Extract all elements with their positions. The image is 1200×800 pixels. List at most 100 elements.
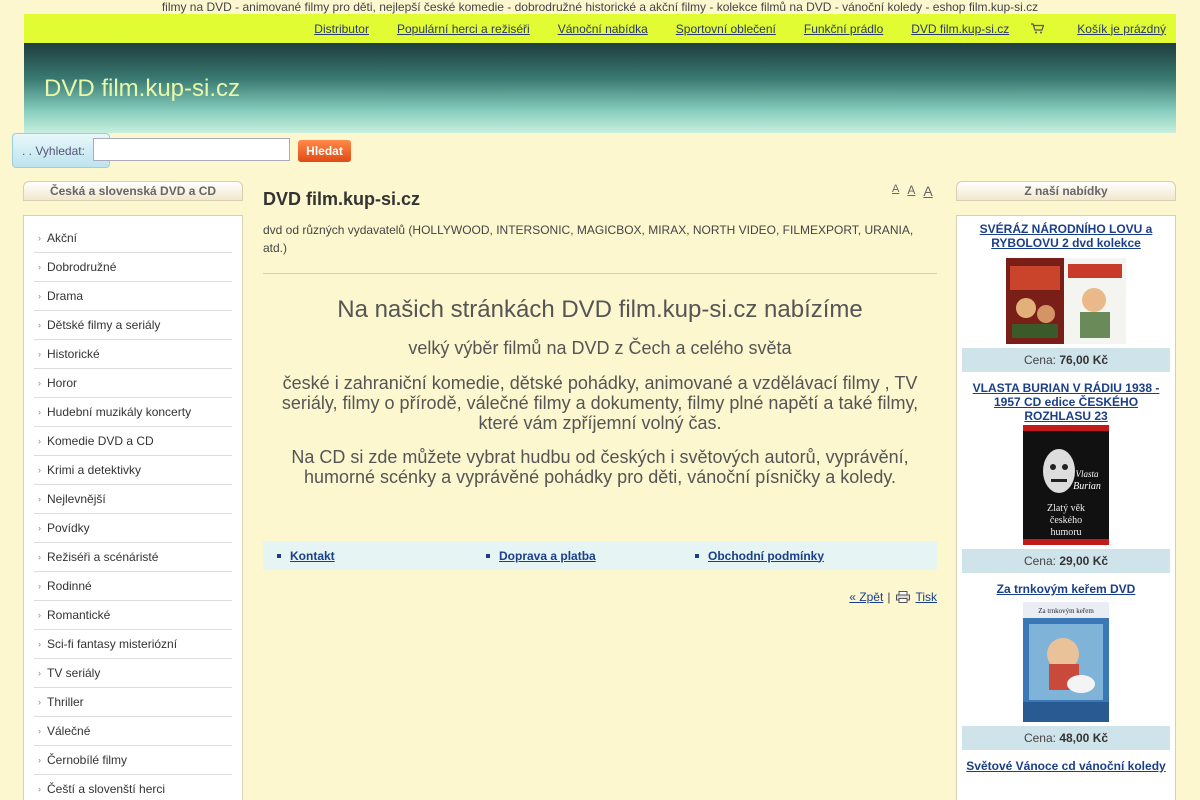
arrow-right-icon: › — [38, 610, 41, 620]
price-label: Cena: — [1023, 554, 1056, 568]
nav-link-underwear[interactable]: Funkční prádlo — [804, 22, 883, 36]
cart-link[interactable]: Košík je prázdný — [1077, 22, 1166, 36]
category-label: Povídky — [47, 521, 90, 535]
category-item[interactable]: › Historické — [34, 340, 232, 369]
product-image-link[interactable]: Za trnkovým keřem — [962, 602, 1170, 722]
top-navigation: Distributor Populární herci a režiséři V… — [24, 14, 1176, 43]
category-item[interactable]: › Akční — [34, 224, 232, 253]
font-size-small[interactable]: A — [892, 183, 899, 199]
category-item[interactable]: › Romantické — [34, 601, 232, 630]
category-item[interactable]: › Hudební muzikály koncerty — [34, 398, 232, 427]
arrow-right-icon: › — [38, 262, 41, 272]
print-link[interactable]: Tisk — [915, 590, 937, 604]
cart[interactable]: Košík je prázdný — [1031, 22, 1166, 36]
product-name-link[interactable]: SVÉRÁZ NÁRODNÍHO LOVU a RYBOLOVU 2 dvd k… — [962, 222, 1170, 250]
nav-link-christmas[interactable]: Vánoční nabídka — [558, 22, 648, 36]
cd-cover-image: Vlasta Burian Zlatý věk českého humoru — [1023, 425, 1109, 545]
product-card: Za trnkovým keřem DVD Za trnkovým keřem … — [962, 582, 1170, 750]
category-item[interactable]: › Rodinné — [34, 572, 232, 601]
page-actions: « Zpět | Tisk — [263, 590, 937, 604]
arrow-right-icon: › — [38, 523, 41, 533]
back-link[interactable]: « Zpět — [849, 590, 883, 604]
arrow-right-icon: › — [38, 726, 41, 736]
page-title: DVD film.kup-si.cz — [263, 189, 421, 209]
nav-link-actors[interactable]: Populární herci a režiséři — [397, 22, 530, 36]
category-label: Dobrodružné — [47, 260, 117, 274]
right-box-heading: Z naší nabídky — [956, 181, 1176, 201]
category-label: Čeští a slovenští herci — [47, 782, 166, 796]
shipping-link[interactable]: Doprava a platba — [499, 549, 596, 563]
nav-link-distributor[interactable]: Distributor — [314, 22, 369, 36]
category-item[interactable]: › Drama — [34, 282, 232, 311]
category-label: TV seriály — [47, 666, 101, 680]
search-input[interactable] — [93, 138, 290, 161]
category-label: Thriller — [47, 695, 84, 709]
product-card: Světové Vánoce cd vánoční koledy — [962, 759, 1170, 773]
category-label: Válečné — [47, 724, 91, 738]
category-item[interactable]: › Černobílé filmy — [34, 746, 232, 775]
product-name-link[interactable]: Světové Vánoce cd vánoční koledy — [962, 759, 1170, 773]
product-image-link[interactable] — [962, 258, 1170, 344]
category-label: Komedie DVD a CD — [47, 434, 154, 448]
product-name-link[interactable]: VLASTA BURIAN V RÁDIU 1938 - 1957 CD edi… — [962, 381, 1170, 423]
arrow-right-icon: › — [38, 320, 41, 330]
terms-link[interactable]: Obchodní podmínky — [708, 549, 824, 563]
category-item[interactable]: › TV seriály — [34, 659, 232, 688]
contact-link[interactable]: Kontakt — [290, 549, 335, 563]
cover-text: Burian — [1073, 481, 1101, 492]
cover-text: humoru — [1050, 527, 1081, 538]
headline: Na našich stránkách DVD film.kup-si.cz n… — [337, 296, 863, 323]
site-tagline: filmy na DVD - animované filmy pro děti,… — [161, 0, 1039, 14]
cover-text: Vlasta — [1075, 469, 1099, 479]
category-label: Horor — [47, 376, 78, 390]
nav-link-home[interactable]: DVD film.kup-si.cz — [911, 22, 1009, 36]
page-subtitle: dvd od různých vydavatelů (HOLLYWOOD, IN… — [263, 223, 914, 255]
bullet-icon — [277, 553, 281, 558]
category-label: Romantické — [47, 608, 111, 622]
font-size-medium[interactable]: A — [907, 183, 915, 199]
product-price: Cena: 29,00 Kč — [962, 549, 1170, 573]
intro-paragraph-cd: Na CD si zde můžete vybrat hudbu od česk… — [291, 447, 909, 487]
price-label: Cena: — [1023, 731, 1056, 745]
arrow-right-icon: › — [38, 349, 41, 359]
category-label: Historické — [47, 347, 100, 361]
category-item[interactable]: › Válečné — [34, 717, 232, 746]
nav-link-sportswear[interactable]: Sportovní oblečení — [676, 22, 776, 36]
arrow-right-icon: › — [38, 233, 41, 243]
site-title[interactable]: DVD film.kup-si.cz — [44, 75, 240, 103]
category-item[interactable]: › Krimi a detektivky — [34, 456, 232, 485]
category-label: Černobílé filmy — [47, 753, 128, 767]
intro-line: velký výběr filmů na DVD z Čech a celého… — [408, 338, 792, 358]
info-link-item: Obchodní podmínky — [695, 549, 918, 563]
price-label: Cena: — [1023, 353, 1056, 367]
category-label: Dětské filmy a seriály — [47, 318, 161, 332]
category-item[interactable]: › Režiséři a scénáristé — [34, 543, 232, 572]
price-value: 48,00 Kč — [1059, 731, 1109, 745]
product-name-link[interactable]: Za trnkovým keřem DVD — [962, 582, 1170, 596]
category-item[interactable]: › Thriller — [34, 688, 232, 717]
category-item[interactable]: › Horor — [34, 369, 232, 398]
category-item[interactable]: › Dobrodružné — [34, 253, 232, 282]
font-size-large[interactable]: A — [923, 183, 932, 199]
category-item[interactable]: › Nejlevnější — [34, 485, 232, 514]
info-links: Kontakt Doprava a platba Obchodní podmín… — [263, 541, 937, 570]
main-content: A A A DVD film.kup-si.cz dvd od různých … — [263, 183, 937, 604]
dvd-cover-image — [1006, 258, 1126, 344]
category-label: Krimi a detektivky — [47, 463, 142, 477]
category-item[interactable]: › Čeští a slovenští herci — [34, 775, 232, 800]
category-item[interactable]: › Sci-fi fantasy misteriózní — [34, 630, 232, 659]
font-size-switcher: A A A — [892, 183, 933, 199]
arrow-right-icon: › — [38, 581, 41, 591]
price-value: 29,00 Kč — [1059, 554, 1109, 568]
product-image-link[interactable]: Vlasta Burian Zlatý věk českého humoru — [962, 425, 1170, 545]
category-label: Sci-fi fantasy misteriózní — [47, 637, 178, 651]
printer-icon — [896, 591, 911, 603]
arrow-right-icon: › — [38, 465, 41, 475]
search-button[interactable]: Hledat — [298, 140, 351, 162]
category-item[interactable]: › Komedie DVD a CD — [34, 427, 232, 456]
category-item[interactable]: › Povídky — [34, 514, 232, 543]
category-item[interactable]: › Dětské filmy a seriály — [34, 311, 232, 340]
dvd-cover-image: Za trnkovým keřem — [1023, 602, 1109, 722]
category-label: Rodinné — [47, 579, 92, 593]
search-bar: . . Vyhledat: Hledat — [12, 133, 351, 168]
